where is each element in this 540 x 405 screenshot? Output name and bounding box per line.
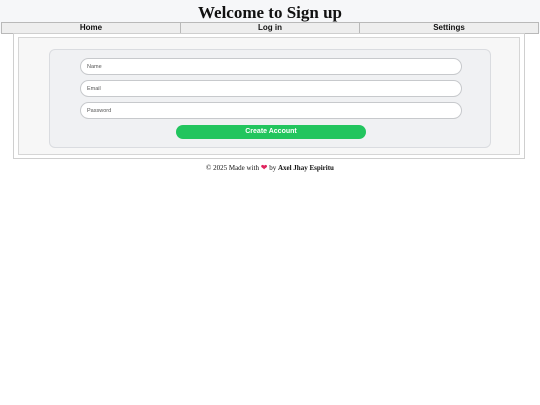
heart-icon: ❤ (260, 163, 268, 172)
outer-frame: Create Account (13, 33, 525, 159)
footer: © 2025 Made with ❤ by Axel Jhay Espiritu (0, 163, 540, 172)
page-title: Welcome to Sign up (197, 3, 343, 22)
email-field[interactable] (80, 80, 462, 97)
footer-author: Axel Jhay Espiritu (277, 164, 334, 172)
name-field[interactable] (80, 58, 462, 75)
create-account-button[interactable]: Create Account (176, 125, 366, 139)
nav-item-home[interactable]: Home (2, 23, 180, 33)
inner-frame: Create Account (18, 37, 520, 155)
signup-form: Create Account (49, 49, 491, 148)
page-header: Welcome to Sign up Home Log in Settings (0, 0, 540, 34)
footer-by: by (269, 164, 277, 172)
password-field[interactable] (80, 102, 462, 119)
nav-item-settings[interactable]: Settings (359, 23, 538, 33)
footer-text: © 2025 Made with (206, 164, 259, 172)
nav-item-login[interactable]: Log in (180, 23, 359, 33)
